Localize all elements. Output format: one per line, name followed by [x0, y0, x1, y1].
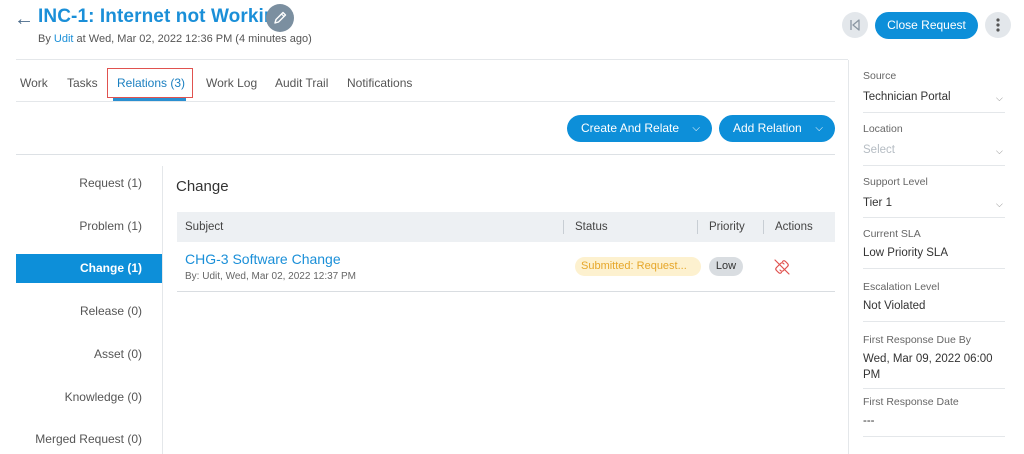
first-response-date-label: First Response Date: [863, 396, 959, 408]
column-actions: Actions: [775, 221, 813, 233]
create-and-relate-label: Create And Relate: [581, 121, 680, 135]
field-divider: [863, 436, 1005, 437]
escalation-level-label: Escalation Level: [863, 281, 940, 293]
add-relation-label: Add Relation: [733, 121, 802, 135]
tab-tasks[interactable]: Tasks: [67, 76, 98, 90]
header-divider: [16, 59, 848, 60]
field-divider: [863, 165, 1005, 166]
field-divider: [863, 321, 1005, 322]
previous-request-button[interactable]: [842, 12, 868, 38]
field-divider: [863, 217, 1005, 218]
pencil-icon: [274, 11, 287, 24]
actions-divider: [16, 154, 835, 155]
chevron-down-icon[interactable]: ⌵: [996, 199, 1003, 210]
chevron-down-icon[interactable]: ⌵: [996, 93, 1003, 104]
relations-nav-divider: [162, 166, 163, 454]
unlink-icon: [774, 259, 790, 275]
status-badge: Submitted: Request...: [575, 257, 701, 276]
relation-nav-request[interactable]: Request (1): [16, 169, 162, 198]
relation-nav-change[interactable]: Change (1): [16, 254, 162, 283]
support-level-dropdown[interactable]: Tier 1: [863, 197, 892, 209]
section-title: Change: [176, 178, 229, 195]
column-separator: [563, 220, 564, 234]
meta-suffix: at Wed, Mar 02, 2022 12:36 PM (4 minutes…: [76, 33, 312, 45]
column-subject: Subject: [185, 221, 224, 233]
skip-back-icon: [850, 19, 860, 31]
tab-work-log[interactable]: Work Log: [206, 76, 257, 90]
relation-nav-merged-request[interactable]: Merged Request (0): [16, 425, 162, 454]
chevron-down-icon: ⌵: [815, 123, 823, 134]
support-level-label: Support Level: [863, 176, 928, 188]
source-dropdown[interactable]: Technician Portal: [863, 91, 951, 103]
tab-work[interactable]: Work: [20, 76, 48, 90]
back-arrow-icon[interactable]: ←: [14, 8, 34, 31]
relation-nav-problem[interactable]: Problem (1): [16, 212, 162, 241]
first-response-due-value-cont: PM: [863, 369, 881, 381]
edit-title-button[interactable]: [266, 4, 294, 32]
tab-audit-trail[interactable]: Audit Trail: [275, 76, 328, 90]
add-relation-button[interactable]: Add Relation ⌵: [719, 115, 835, 142]
location-dropdown[interactable]: Select: [863, 144, 895, 156]
remove-relation-button[interactable]: [773, 258, 791, 276]
relation-nav-asset[interactable]: Asset (0): [16, 340, 162, 369]
first-response-due-value: Wed, Mar 09, 2022 06:00: [863, 353, 993, 365]
priority-badge: Low: [709, 257, 743, 276]
tab-notifications[interactable]: Notifications: [347, 76, 412, 90]
current-sla-value: Low Priority SLA: [863, 247, 949, 259]
column-status: Status: [575, 221, 608, 233]
relation-nav-knowledge[interactable]: Knowledge (0): [16, 383, 162, 412]
request-meta: By Udit at Wed, Mar 02, 2022 12:36 PM (4…: [38, 33, 312, 45]
tabs-divider: [16, 101, 835, 102]
field-divider: [863, 268, 1005, 269]
first-response-due-label: First Response Due By: [863, 334, 971, 346]
chevron-down-icon: ⌵: [692, 123, 700, 134]
table-row-divider: [177, 291, 835, 292]
chevron-down-icon[interactable]: ⌵: [996, 146, 1003, 157]
relation-nav-release[interactable]: Release (0): [16, 297, 162, 326]
current-sla-label: Current SLA: [863, 228, 921, 240]
more-options-button[interactable]: [985, 12, 1011, 38]
create-and-relate-button[interactable]: Create And Relate ⌵: [567, 115, 712, 142]
escalation-level-value: Not Violated: [863, 300, 926, 312]
column-priority: Priority: [709, 221, 745, 233]
field-divider: [863, 388, 1005, 389]
source-label: Source: [863, 70, 897, 82]
field-divider: [863, 112, 1005, 113]
table-header: Subject Status Priority Actions: [177, 212, 835, 242]
related-change-link[interactable]: CHG-3 Software Change: [185, 251, 341, 267]
requester-link[interactable]: Udit: [54, 33, 74, 45]
column-separator: [697, 220, 698, 234]
active-tab-highlight-box: [107, 68, 193, 98]
meta-prefix: By: [38, 33, 51, 45]
close-request-button[interactable]: Close Request: [875, 12, 978, 39]
related-change-meta: By: Udit, Wed, Mar 02, 2022 12:37 PM: [185, 271, 357, 282]
more-vertical-icon: [996, 18, 1000, 32]
right-panel-divider: [848, 60, 849, 454]
first-response-date-value: ---: [863, 415, 875, 427]
location-label: Location: [863, 123, 903, 135]
page-title: INC-1: Internet not Working: [38, 6, 288, 27]
column-separator: [763, 220, 764, 234]
